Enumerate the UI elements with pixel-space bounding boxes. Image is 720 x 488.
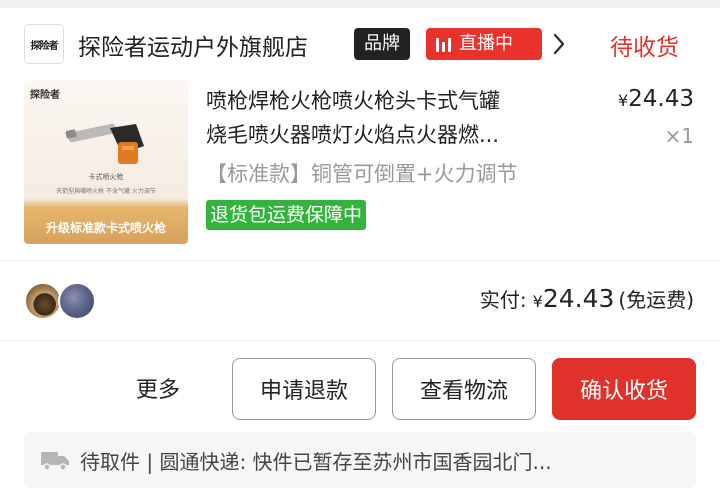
truck-icon (41, 452, 69, 471)
tracking-status-text: 待取件 | 圆通快递: 快件已暂存至苏州市国香园北门... (80, 449, 552, 474)
live-badge-label: 直播中 (459, 33, 513, 54)
store-logo-text: 探险者 (30, 40, 59, 52)
refund-button[interactable]: 申请退款 (232, 358, 376, 420)
view-logistics-button[interactable]: 查看物流 (392, 358, 536, 420)
return-shipping-guarantee-badge: 退货包运费保障中 (206, 200, 367, 230)
torch-illustration (65, 123, 144, 164)
paid-value: 24.43 (542, 284, 615, 313)
product-title[interactable]: 喷枪焊枪火枪喷火枪头卡式气罐 烧毛喷火器喷灯火焰点火器燃... (206, 84, 586, 152)
chevron-right-icon[interactable] (552, 32, 566, 56)
product-image-caption: 卡式喷火枪 (88, 173, 124, 181)
product-price: ¥24.43 (618, 86, 694, 112)
avatar[interactable] (58, 282, 96, 320)
paid-label: 实付: (479, 288, 527, 312)
product-image[interactable]: 探险者 卡式喷火枪 天箭型扁嘴喷火枪 不含气罐 火力调节 升级标准款卡式喷火枪 (24, 80, 188, 244)
price-value: 24.43 (628, 86, 694, 112)
live-badge[interactable]: 直播中 (426, 28, 542, 60)
divider (0, 260, 720, 261)
shipping-note: (免运费) (618, 288, 694, 312)
order-status: 待收货 (610, 35, 679, 61)
live-bars-icon (436, 36, 451, 52)
store-header[interactable]: 探险者 探险者运动户外旗舰店 品牌 直播中 待收货 (0, 8, 720, 78)
top-separator (0, 0, 720, 8)
more-button[interactable]: 更多 (136, 372, 180, 404)
store-name[interactable]: 探险者运动户外旗舰店 (78, 28, 308, 62)
product-image-logo: 探险者 (30, 90, 60, 101)
brand-badge: 品牌 (354, 28, 410, 60)
product-variant: 【标准款】铜管可倒置+火力调节 (206, 162, 518, 186)
product-image-banner: 升级标准款卡式喷火枪 (45, 220, 166, 235)
paid-amount: 实付: ¥ 24.43 (免运费) (480, 284, 694, 313)
avatar-group[interactable] (24, 282, 104, 322)
product-title-line-2: 烧毛喷火器喷灯火焰点火器燃... (206, 123, 500, 147)
avatar[interactable] (24, 282, 62, 320)
confirm-receipt-button[interactable]: 确认收货 (552, 358, 696, 420)
tracking-bar[interactable]: 待取件 | 圆通快递: 快件已暂存至苏州市国香园北门... (24, 432, 696, 488)
product-image-subcaption: 天箭型扁嘴喷火枪 不含气罐 火力调节 (56, 188, 156, 195)
product-quantity: ×1 (664, 124, 694, 148)
paid-currency: ¥ (532, 292, 543, 311)
product-title-line-1: 喷枪焊枪火枪喷火枪头卡式气罐 (206, 89, 500, 113)
store-logo[interactable]: 探险者 (24, 24, 64, 64)
divider (0, 340, 720, 341)
price-currency: ¥ (617, 91, 629, 110)
